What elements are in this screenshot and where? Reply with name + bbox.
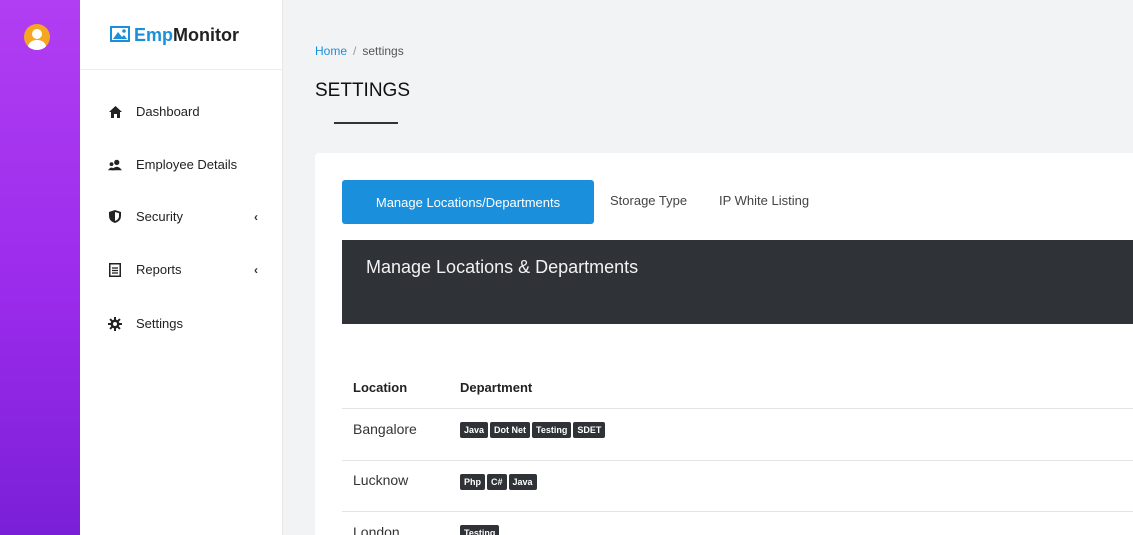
row-divider xyxy=(342,511,1133,512)
sidebar-item-label: Reports xyxy=(136,262,182,277)
department-tag: SDET xyxy=(573,422,606,438)
column-header-location: Location xyxy=(353,380,408,395)
department-tag: Java xyxy=(460,422,489,438)
department-tag: Testing xyxy=(532,422,572,438)
sidebar-item-employee-details[interactable]: Employee Details xyxy=(108,157,258,172)
breadcrumb-home-link[interactable]: Home xyxy=(315,44,347,58)
row-divider xyxy=(342,408,1133,409)
department-tags: Testing xyxy=(460,525,500,535)
document-icon xyxy=(108,262,122,277)
sidebar-item-label: Dashboard xyxy=(136,104,200,119)
department-tag: Dot Net xyxy=(490,422,531,438)
avatar-body xyxy=(28,40,46,50)
sidebar-item-settings[interactable]: Settings xyxy=(108,316,258,331)
department-tag: Testing xyxy=(460,525,500,535)
department-tags: Php C# Java xyxy=(460,474,537,490)
location-cell: Lucknow xyxy=(353,472,409,488)
home-icon xyxy=(108,105,122,119)
shield-icon xyxy=(108,210,122,224)
location-cell: London xyxy=(353,524,400,535)
brand-image-icon xyxy=(110,26,130,42)
app-rail xyxy=(0,0,80,535)
brand-name: EmpMonitor xyxy=(134,25,239,46)
title-underline xyxy=(334,122,398,124)
divider xyxy=(80,69,283,70)
breadcrumb: Home / settings xyxy=(315,44,404,58)
row-divider xyxy=(342,460,1133,461)
chevron-left-icon[interactable]: ‹ xyxy=(254,210,258,224)
column-header-department: Department xyxy=(460,380,533,395)
sidebar-item-reports[interactable]: Reports ‹ xyxy=(108,262,258,277)
sidebar-item-label: Security xyxy=(136,209,183,224)
tab-ip-white-listing[interactable]: IP White Listing xyxy=(719,193,809,208)
avatar-head xyxy=(32,29,42,39)
department-tags: Java Dot Net Testing SDET xyxy=(460,422,606,438)
avatar[interactable] xyxy=(24,24,50,50)
tab-storage-type[interactable]: Storage Type xyxy=(610,193,687,208)
panel-header xyxy=(342,240,1133,324)
department-tag: Java xyxy=(508,474,537,490)
users-icon xyxy=(108,158,122,172)
page-title: SETTINGS xyxy=(315,80,411,101)
panel-title: Manage Locations & Departments xyxy=(366,257,639,277)
chevron-left-icon[interactable]: ‹ xyxy=(254,263,258,277)
tab-manage-locations-departments[interactable]: Manage Locations/Departments xyxy=(342,180,594,224)
department-tag: Php xyxy=(460,474,485,490)
sidebar-item-security[interactable]: Security ‹ xyxy=(108,209,258,224)
gear-icon xyxy=(108,316,122,331)
sidebar-item-label: Settings xyxy=(136,316,183,331)
sidebar-item-dashboard[interactable]: Dashboard xyxy=(108,104,258,119)
breadcrumb-current: settings xyxy=(362,44,404,58)
department-tag: C# xyxy=(487,474,507,490)
brand-logo[interactable]: EmpMonitor xyxy=(110,24,239,46)
sidebar-item-label: Employee Details xyxy=(136,157,238,172)
location-cell: Bangalore xyxy=(353,421,417,437)
breadcrumb-separator: / xyxy=(353,44,357,58)
brand-suffix: Monitor xyxy=(173,24,239,45)
brand-prefix: Emp xyxy=(134,24,174,45)
